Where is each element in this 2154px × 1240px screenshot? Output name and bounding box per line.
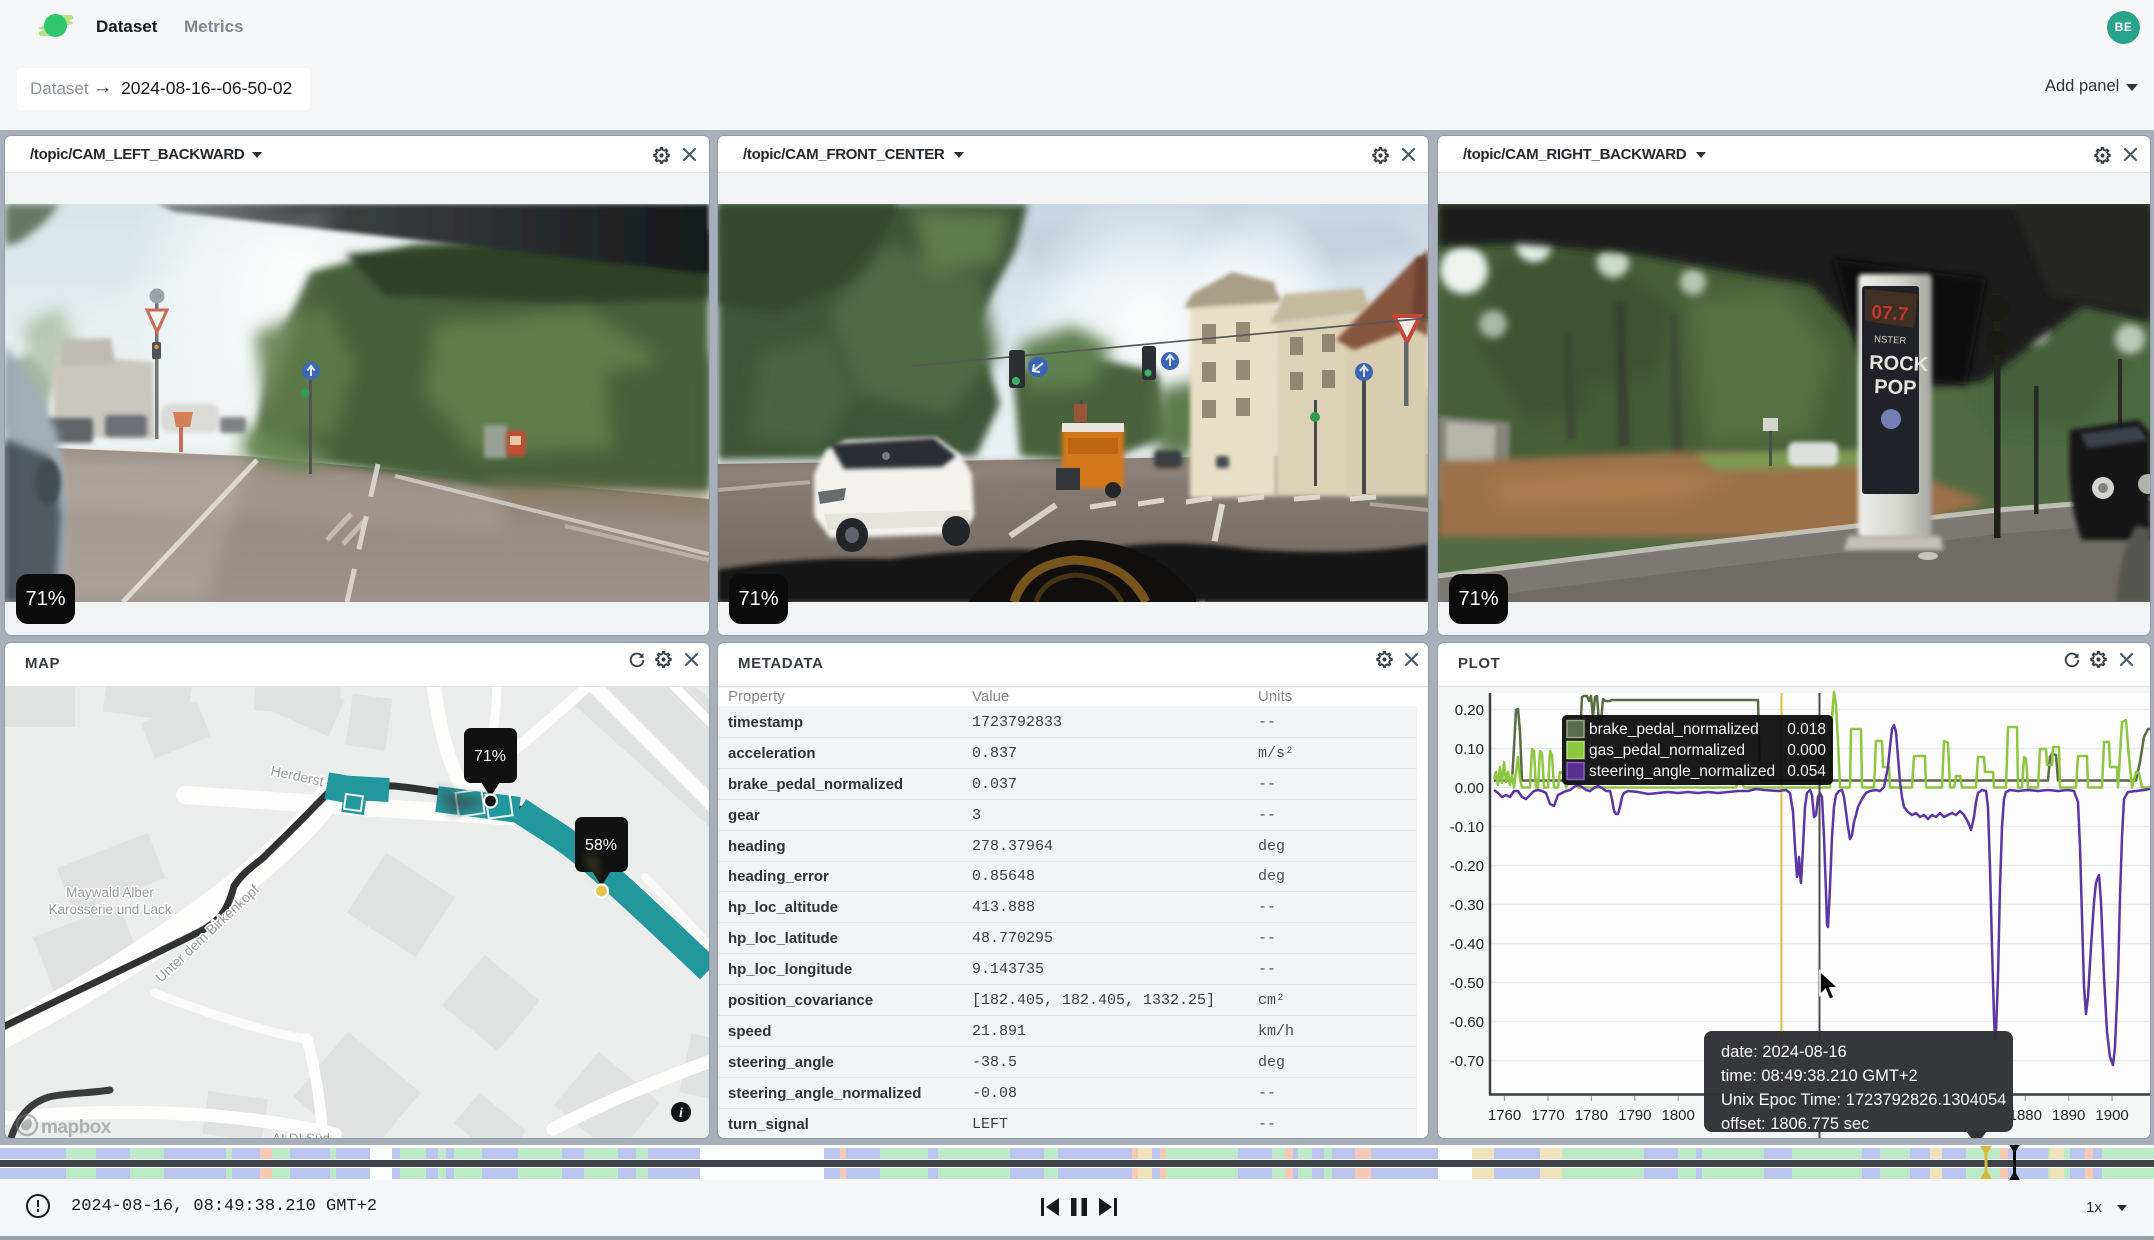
svg-text:-0.30: -0.30	[1450, 897, 1484, 914]
svg-text:1770: 1770	[1531, 1107, 1564, 1124]
svg-text:07.7: 07.7	[1871, 302, 1909, 326]
svg-text:NSTER: NSTER	[1874, 334, 1907, 347]
svg-text:1800: 1800	[1662, 1107, 1695, 1124]
svg-text:mapbox: mapbox	[41, 1117, 112, 1138]
svg-text:time: 08:49:38.210 GMT+2: time: 08:49:38.210 GMT+2	[1721, 1067, 1918, 1085]
svg-text:1900: 1900	[2095, 1107, 2128, 1124]
svg-text:1880: 1880	[2009, 1107, 2042, 1124]
svg-text:-0.40: -0.40	[1450, 936, 1484, 953]
svg-text:Unix Epoc Time: 1723792826.130: Unix Epoc Time: 1723792826.1304054	[1721, 1091, 2006, 1109]
svg-text:1890: 1890	[2052, 1107, 2085, 1124]
svg-text:0.054: 0.054	[1787, 763, 1826, 780]
svg-text:0.20: 0.20	[1455, 702, 1484, 719]
svg-text:0.000: 0.000	[1787, 742, 1826, 759]
svg-text:0.00: 0.00	[1455, 780, 1484, 797]
svg-text:0.10: 0.10	[1455, 741, 1484, 758]
svg-text:ALDI Süd: ALDI Süd	[272, 1131, 330, 1138]
svg-text:1790: 1790	[1618, 1107, 1651, 1124]
svg-text:ROCK: ROCK	[1869, 352, 1929, 376]
svg-text:date: 2024-08-16: date: 2024-08-16	[1721, 1043, 1847, 1061]
svg-text:Maywald Alber: Maywald Alber	[66, 885, 154, 900]
svg-text:-0.50: -0.50	[1450, 975, 1484, 992]
svg-text:gas_pedal_normalized: gas_pedal_normalized	[1589, 742, 1745, 759]
svg-text:58%: 58%	[585, 837, 617, 854]
svg-text:-0.60: -0.60	[1450, 1014, 1484, 1031]
svg-text:POP: POP	[1874, 376, 1917, 399]
svg-text:brake_pedal_normalized: brake_pedal_normalized	[1589, 721, 1759, 738]
svg-text:1760: 1760	[1488, 1107, 1521, 1124]
svg-text:-0.70: -0.70	[1450, 1053, 1484, 1070]
svg-text:steering_angle_normalized: steering_angle_normalized	[1589, 763, 1775, 780]
svg-text:0.018: 0.018	[1787, 721, 1826, 738]
svg-text:-0.20: -0.20	[1450, 858, 1484, 875]
svg-text:offset: 1806.775 sec: offset: 1806.775 sec	[1721, 1115, 1869, 1133]
svg-text:i: i	[679, 1106, 683, 1121]
svg-text:-0.10: -0.10	[1450, 819, 1484, 836]
svg-text:Karosserie und Lack: Karosserie und Lack	[48, 902, 171, 917]
svg-text:1780: 1780	[1575, 1107, 1608, 1124]
svg-text:71%: 71%	[474, 748, 506, 765]
